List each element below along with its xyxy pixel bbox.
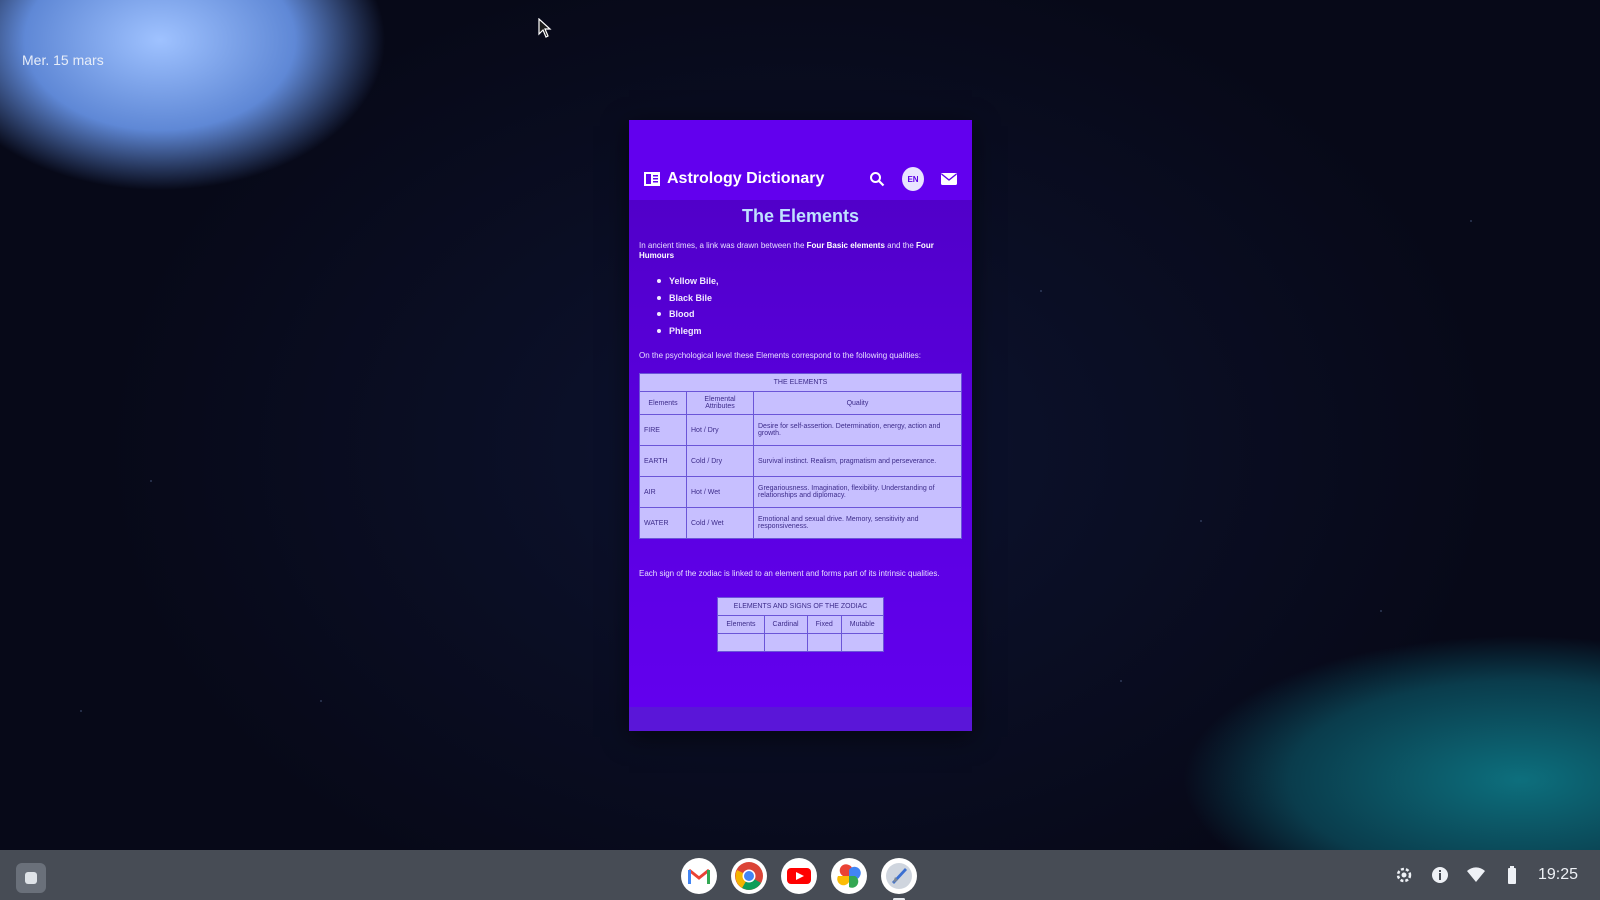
intro-text: In ancient times, a link was drawn betwe… [639,241,807,250]
intro-paragraph: In ancient times, a link was drawn betwe… [639,241,962,261]
zodiac-paragraph: Each sign of the zodiac is linked to an … [639,569,940,578]
app-toolbar: Astrology Dictionary EN [629,158,972,200]
table-cell: FIRE [639,414,687,446]
table-cell: Gregariousness. Imagination, flexibility… [753,476,962,508]
table-cell: Cold / Dry [686,445,754,477]
photos-icon [837,864,861,888]
table-header: Elements [639,391,687,415]
shelf: 19:25 [0,850,1600,900]
table-header: Elemental Attributes [686,391,754,415]
page-title: The Elements [741,206,860,226]
app-window[interactable]: Astrology Dictionary EN The Elements In … [629,120,972,731]
table-cell: WATER [639,507,687,539]
astrology-app-button[interactable] [881,858,917,900]
book-icon [644,172,660,186]
launcher-icon [25,872,37,884]
app-title: Astrology Dictionary [667,170,825,187]
table-cell: Hot / Wet [686,476,754,508]
clock[interactable]: 19:25 [1538,866,1578,884]
humours-list: Yellow Bile, Black Bile Blood Phlegm [639,273,962,339]
chrome-app-button[interactable] [731,858,767,894]
table-row: WATER Cold / Wet Emotional and sexual dr… [639,507,962,539]
table-cell: Hot / Dry [686,414,754,446]
intro-text-mid: and the [884,241,917,250]
table-header: Fixed [806,615,842,634]
list-item: Blood [657,306,962,323]
photos-app-button[interactable] [831,858,867,894]
table-row: EARTH Cold / Dry Survival instinct. Real… [639,445,962,477]
language-badge: EN [902,167,924,191]
list-item: Black Bile [657,290,962,307]
table-cell: Emotional and sexual drive. Memory, sens… [753,507,962,539]
mail-icon[interactable] [938,168,960,190]
table-header: Quality [753,391,962,415]
elements-table: THE ELEMENTS Elements Elemental Attribut… [639,373,962,539]
qualities-paragraph: On the psychological level these Element… [639,351,921,360]
intro-link-elements[interactable]: Four Basic elements [807,241,885,250]
table-caption: ELEMENTS AND SIGNS OF THE ZODIAC [717,597,884,616]
list-item: Phlegm [657,323,962,340]
table-cell: Cold / Wet [686,507,754,539]
list-item: Yellow Bile, [657,273,962,290]
chrome-icon [735,862,763,890]
table-header: Elements [717,615,765,634]
table-row: FIRE Hot / Dry Desire for self-assertion… [639,414,962,446]
wifi-icon[interactable] [1466,865,1486,885]
table-header: Cardinal [763,615,808,634]
battery-icon[interactable] [1502,865,1522,885]
gmail-app-button[interactable] [681,858,717,894]
table-header: Mutable [840,615,884,634]
gmail-icon [688,868,710,884]
page-content[interactable]: The Elements In ancient times, a link wa… [629,200,972,707]
mouse-cursor-icon [538,18,552,38]
youtube-app-button[interactable] [781,858,817,894]
table-cell: AIR [639,476,687,508]
table-cell: Desire for self-assertion. Determination… [753,414,962,446]
table-caption: THE ELEMENTS [639,373,962,392]
window-caption-bar[interactable] [629,120,972,158]
table-cell: EARTH [639,445,687,477]
app-bottom-bar [629,707,972,731]
desktop-date: Mer. 15 mars [22,52,104,68]
info-icon[interactable] [1430,865,1450,885]
signs-table: ELEMENTS AND SIGNS OF THE ZODIAC Element… [717,597,884,652]
astrology-app-icon [886,863,912,889]
table-row: AIR Hot / Wet Gregariousness. Imaginatio… [639,476,962,508]
launcher-button[interactable] [16,863,46,893]
settings-icon[interactable] [1394,865,1414,885]
pinned-apps [681,858,917,900]
youtube-icon [787,868,811,884]
status-tray[interactable]: 19:25 [1394,865,1578,885]
search-icon[interactable] [866,168,888,190]
table-cell: Survival instinct. Realism, pragmatism a… [753,445,962,477]
language-button[interactable]: EN [902,167,924,191]
